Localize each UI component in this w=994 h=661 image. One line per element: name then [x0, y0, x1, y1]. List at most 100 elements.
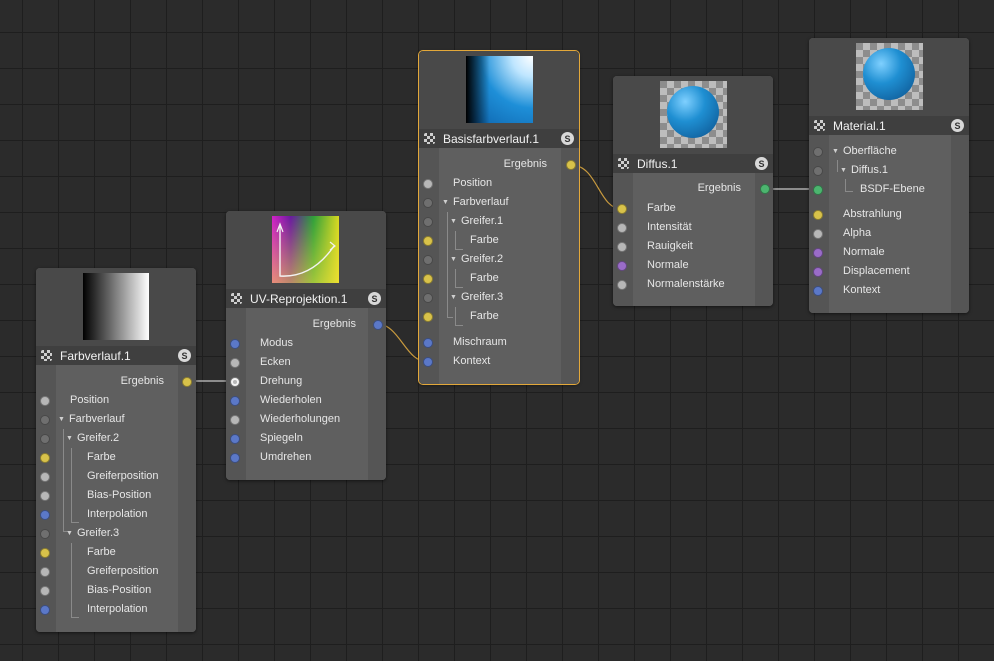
node-header[interactable]: Basisfarbverlauf.1 S [419, 129, 579, 148]
input-port[interactable] [617, 203, 627, 214]
port-row-wiederholen[interactable]: Wiederholen [226, 391, 386, 410]
solo-button[interactable]: S [368, 292, 381, 305]
input-port[interactable] [423, 273, 433, 284]
input-port[interactable] [813, 165, 823, 176]
input-port-connected[interactable] [230, 376, 240, 387]
port-row-ecken[interactable]: Ecken [226, 353, 386, 372]
input-port[interactable] [813, 247, 823, 258]
port-row-bias-position[interactable]: Bias-Position [36, 486, 196, 505]
output-port[interactable] [760, 183, 770, 194]
port-row-alpha[interactable]: Alpha [809, 224, 969, 243]
node-header[interactable]: Farbverlauf.1 S [36, 346, 196, 365]
solo-button[interactable]: S [178, 349, 191, 362]
node-farbverlauf[interactable]: Farbverlauf.1 S Ergebnis Position ▼ Farbv… [36, 268, 196, 632]
collapse-triangle-icon[interactable]: ▼ [450, 256, 457, 263]
input-port[interactable] [423, 311, 433, 322]
input-port[interactable] [617, 241, 627, 252]
port-row-diffus[interactable]: ▼ Diffus.1 [809, 161, 969, 180]
port-row-bias-position[interactable]: Bias-Position [36, 581, 196, 600]
input-port[interactable] [813, 266, 823, 277]
input-port[interactable] [813, 228, 823, 239]
solo-button[interactable]: S [755, 157, 768, 170]
collapse-triangle-icon[interactable]: ▼ [66, 530, 73, 537]
port-row-modus[interactable]: Modus [226, 334, 386, 353]
port-row-displacement[interactable]: Displacement [809, 262, 969, 281]
input-port-connected[interactable] [813, 184, 823, 195]
input-port[interactable] [423, 197, 433, 208]
node-header[interactable]: UV-Reprojektion.1 S [226, 289, 386, 308]
port-row-mischraum[interactable]: Mischraum [419, 333, 579, 352]
solo-button[interactable]: S [561, 132, 574, 145]
node-header[interactable]: Material.1 S [809, 116, 969, 135]
input-port[interactable] [40, 433, 50, 444]
port-row-intensitaet[interactable]: Intensität [613, 218, 773, 237]
port-row-rauigkeit[interactable]: Rauigkeit [613, 237, 773, 256]
port-row-greifer-3[interactable]: ▼ Greifer.3 [419, 288, 579, 307]
input-port[interactable] [40, 604, 50, 615]
port-row-kontext[interactable]: Kontext [419, 352, 579, 371]
output-port[interactable] [182, 376, 192, 387]
port-row-normale[interactable]: Normale [809, 243, 969, 262]
port-row-greiferposition[interactable]: Greiferposition [36, 467, 196, 486]
output-port[interactable] [566, 159, 576, 170]
port-row-farbe[interactable]: Farbe [419, 269, 579, 288]
port-row-ergebnis[interactable]: Ergebnis [226, 315, 386, 334]
input-port[interactable] [423, 337, 433, 348]
port-row-spiegeln[interactable]: Spiegeln [226, 429, 386, 448]
input-port[interactable] [423, 235, 433, 246]
input-port[interactable] [40, 528, 50, 539]
node-uv-reprojektion[interactable]: UV-Reprojektion.1 S Ergebnis Modus Ecken… [226, 211, 386, 480]
port-row-normale[interactable]: Normale [613, 256, 773, 275]
input-port[interactable] [40, 585, 50, 596]
port-row-interpolation[interactable]: Interpolation [36, 505, 196, 524]
port-row-kontext[interactable]: Kontext [809, 281, 969, 300]
port-row-position[interactable]: Position [419, 174, 579, 193]
input-port[interactable] [617, 260, 627, 271]
port-row-farbe[interactable]: Farbe [419, 307, 579, 326]
node-material[interactable]: Material.1 S ▼ Oberfläche ▼ Diffus.1 BSDF-… [809, 38, 969, 313]
port-row-farbe[interactable]: Farbe [613, 199, 773, 218]
input-port[interactable] [423, 292, 433, 303]
input-port[interactable] [230, 338, 240, 349]
port-row-greiferposition[interactable]: Greiferposition [36, 562, 196, 581]
port-row-greifer-2[interactable]: ▼ Greifer.2 [419, 250, 579, 269]
input-port[interactable] [230, 414, 240, 425]
port-row-bsdf-ebene[interactable]: BSDF-Ebene [809, 180, 969, 199]
port-row-ergebnis[interactable]: Ergebnis [419, 155, 579, 174]
input-port[interactable] [813, 285, 823, 296]
port-row-oberflaeche[interactable]: ▼ Oberfläche [809, 142, 969, 161]
input-port[interactable] [230, 452, 240, 463]
port-row-farbe[interactable]: Farbe [36, 448, 196, 467]
port-row-umdrehen[interactable]: Umdrehen [226, 448, 386, 467]
collapse-triangle-icon[interactable]: ▼ [840, 167, 847, 174]
collapse-triangle-icon[interactable]: ▼ [832, 148, 839, 155]
collapse-triangle-icon[interactable]: ▼ [450, 294, 457, 301]
port-row-greifer-1[interactable]: ▼ Greifer.1 [419, 212, 579, 231]
input-port[interactable] [423, 178, 433, 189]
collapse-triangle-icon[interactable]: ▼ [442, 199, 449, 206]
input-port[interactable] [40, 547, 50, 558]
input-port[interactable] [40, 490, 50, 501]
port-row-farbe[interactable]: Farbe [419, 231, 579, 250]
port-row-wiederholungen[interactable]: Wiederholungen [226, 410, 386, 429]
output-port[interactable] [373, 319, 383, 330]
port-row-greifer-3[interactable]: ▼ Greifer.3 [36, 524, 196, 543]
input-port[interactable] [40, 395, 50, 406]
port-row-ergebnis[interactable]: Ergebnis [36, 372, 196, 391]
port-row-position[interactable]: Position [36, 391, 196, 410]
node-header[interactable]: Diffus.1 S [613, 154, 773, 173]
collapse-triangle-icon[interactable]: ▼ [58, 416, 65, 423]
input-port[interactable] [617, 222, 627, 233]
input-port[interactable] [40, 414, 50, 425]
port-row-ergebnis[interactable]: Ergebnis [613, 179, 773, 198]
input-port[interactable] [40, 509, 50, 520]
input-port[interactable] [40, 566, 50, 577]
input-port[interactable] [40, 452, 50, 463]
input-port[interactable] [230, 395, 240, 406]
input-port[interactable] [813, 209, 823, 220]
collapse-triangle-icon[interactable]: ▼ [66, 435, 73, 442]
input-port[interactable] [423, 216, 433, 227]
input-port[interactable] [423, 356, 433, 367]
port-row-drehung[interactable]: Drehung [226, 372, 386, 391]
port-row-interpolation[interactable]: Interpolation [36, 600, 196, 619]
